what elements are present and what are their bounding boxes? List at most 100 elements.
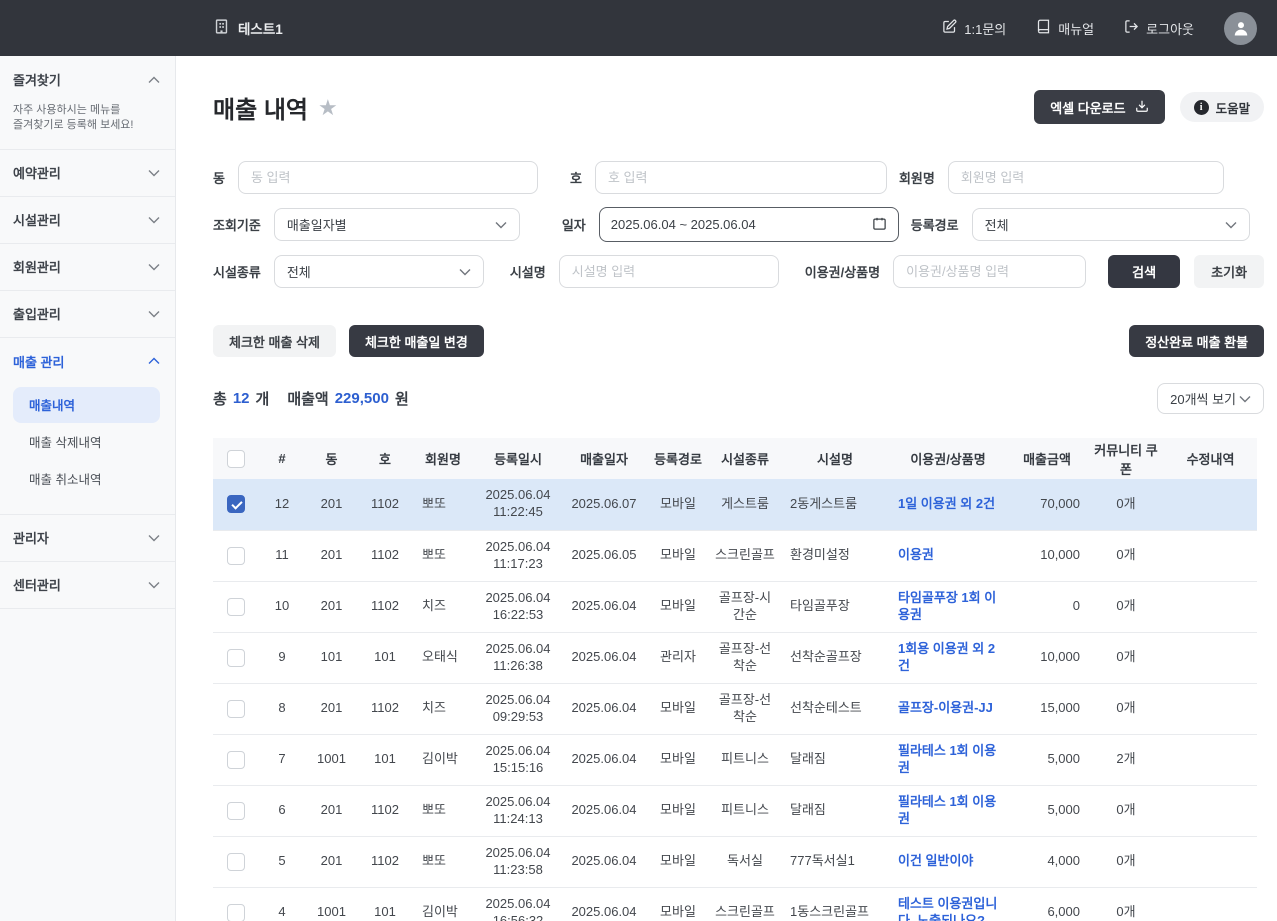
cell-num: 8: [259, 683, 305, 735]
chevron-down-icon: [459, 264, 471, 279]
cell-dong: 201: [305, 785, 358, 837]
inquiry-link[interactable]: 1:1문의: [942, 19, 1006, 38]
cell-member: 뽀또: [412, 785, 474, 837]
cell-product-link[interactable]: 필라테스 1회 이용권: [890, 734, 1006, 786]
cell-product-link[interactable]: 테스트 이용권입니다. 노출되나요? ...: [890, 887, 1006, 921]
row-checkbox[interactable]: [227, 597, 245, 616]
facility-type-select[interactable]: 전체: [273, 255, 484, 288]
cell-facility-name: 777독서실1: [780, 836, 890, 888]
info-icon: i: [1193, 99, 1209, 115]
row-checkbox[interactable]: [227, 546, 245, 565]
chevron-down-icon: [148, 576, 160, 594]
page-size-select[interactable]: 20개씩 보기: [1157, 383, 1265, 414]
manual-link[interactable]: 매뉴얼: [1036, 19, 1094, 38]
refund-settled-button[interactable]: 정산완료 매출 환불: [1129, 325, 1265, 357]
cell-num: 5: [259, 836, 305, 888]
row-checkbox[interactable]: [227, 648, 245, 667]
excel-download-button[interactable]: 엑셀 다운로드: [1034, 90, 1165, 124]
filter-panel: 동 호 회원명 조회기준 매출일자별 일자 2025.06.04 ~ 2025.…: [213, 161, 1265, 288]
change-saledate-button[interactable]: 체크한 매출일 변경: [348, 325, 484, 357]
cell-channel: 관리자: [646, 632, 710, 684]
ho-label: 호: [569, 171, 582, 186]
cell-product-link[interactable]: 1일 이용권 외 2건: [890, 479, 1006, 531]
cell-facility-type: 스크린골프: [710, 887, 780, 921]
row-checkbox[interactable]: [227, 852, 245, 871]
manual-icon: [1036, 19, 1051, 37]
row-checkbox[interactable]: [227, 903, 245, 921]
cell-product-link[interactable]: 타임골푸장 1회 이용권: [890, 581, 1006, 633]
cell-coupon: 0개: [1088, 836, 1164, 888]
cell-channel: 모바일: [646, 785, 710, 837]
sidebar-item-center[interactable]: 센터관리: [0, 562, 175, 609]
select-all-checkbox[interactable]: [227, 449, 245, 468]
cell-product-link[interactable]: 1회용 이용권 외 2건: [890, 632, 1006, 684]
delete-checked-button[interactable]: 체크한 매출 삭제: [213, 325, 336, 357]
facility-name-label: 시설명: [509, 265, 546, 280]
sidebar-item-admin[interactable]: 관리자: [0, 515, 175, 562]
product-input[interactable]: [893, 255, 1087, 288]
cell-amount: 4,000: [1006, 836, 1088, 888]
cell-num: 9: [259, 632, 305, 684]
cell-channel: 모바일: [646, 683, 710, 735]
cell-dong: 101: [305, 632, 358, 684]
reset-button[interactable]: 초기화: [1194, 255, 1265, 288]
cell-edit: [1164, 632, 1257, 684]
sidebar-item-facility[interactable]: 시설관리: [0, 197, 175, 244]
cell-member: 치즈: [412, 581, 474, 633]
cell-reg-datetime: 2025.06.04 16:22:53: [474, 581, 562, 633]
cell-sale-date: 2025.06.04: [562, 887, 646, 921]
sidebar-item-sales-history[interactable]: 매출내역: [13, 386, 160, 423]
criteria-select[interactable]: 매출일자별: [273, 208, 520, 241]
cell-dong: 201: [305, 836, 358, 888]
cell-ho: 1102: [358, 581, 412, 633]
row-checkbox[interactable]: [227, 495, 245, 514]
sidebar-item-reservation[interactable]: 예약관리: [0, 150, 175, 197]
search-button[interactable]: 검색: [1108, 255, 1181, 288]
row-checkbox[interactable]: [227, 750, 245, 769]
sidebar-item-sales-deleted[interactable]: 매출 삭제내역: [13, 424, 160, 460]
favorite-star-icon[interactable]: ★: [318, 96, 338, 119]
cell-product-link[interactable]: 이용권: [890, 530, 1006, 582]
cell-dong: 201: [305, 479, 358, 531]
table-header-row: # 동 호 회원명 등록일시 매출일자 등록경로 시설종류 시설명 이용권/상품…: [213, 438, 1257, 479]
sidebar-item-member[interactable]: 회원관리: [0, 244, 175, 291]
logout-link[interactable]: 로그아웃: [1124, 19, 1194, 38]
sidebar-item-sales[interactable]: 매출 관리: [0, 338, 175, 385]
channel-label: 등록경로: [910, 218, 959, 233]
cell-member: 뽀또: [412, 530, 474, 582]
avatar[interactable]: [1224, 11, 1257, 45]
channel-select[interactable]: 전체: [971, 208, 1250, 241]
cell-product-link[interactable]: 이건 일반이야: [890, 836, 1006, 888]
cell-product-link[interactable]: 필라테스 1회 이용권: [890, 785, 1006, 837]
cell-reg-datetime: 2025.06.04 11:22:45: [474, 479, 562, 531]
ho-input[interactable]: [594, 161, 887, 194]
cell-num: 6: [259, 785, 305, 837]
sidebar-item-sales-canceled[interactable]: 매출 취소내역: [13, 461, 160, 497]
facility-name-input[interactable]: [558, 255, 779, 288]
inquiry-icon: [942, 19, 957, 37]
row-checkbox[interactable]: [227, 801, 245, 820]
row-checkbox[interactable]: [227, 699, 245, 718]
cell-facility-name: 1동스크린골프: [780, 887, 890, 921]
date-range-input[interactable]: 2025.06.04 ~ 2025.06.04: [598, 207, 899, 242]
cell-ho: 1102: [358, 785, 412, 837]
cell-sale-date: 2025.06.04: [562, 734, 646, 786]
dong-input[interactable]: [237, 161, 538, 194]
cell-dong: 201: [305, 581, 358, 633]
cell-channel: 모바일: [646, 734, 710, 786]
inquiry-label: 1:1문의: [964, 21, 1007, 37]
cell-coupon: 0개: [1088, 887, 1164, 921]
cell-ho: 1102: [358, 683, 412, 735]
cell-product-link[interactable]: 골프장-이용권-JJ: [890, 683, 1006, 735]
chevron-down-icon: [495, 217, 507, 232]
cell-edit: [1164, 836, 1257, 888]
cell-channel: 모바일: [646, 887, 710, 921]
cell-amount: 70,000: [1006, 479, 1088, 531]
sidebar-item-access[interactable]: 출입관리: [0, 291, 175, 338]
member-input[interactable]: [947, 161, 1224, 194]
cell-facility-type: 스크린골프: [710, 530, 780, 582]
cell-coupon: 0개: [1088, 632, 1164, 684]
help-button[interactable]: i 도움말: [1179, 92, 1265, 122]
cell-sale-date: 2025.06.05: [562, 530, 646, 582]
favorites-section[interactable]: 즐겨찾기: [13, 70, 160, 89]
